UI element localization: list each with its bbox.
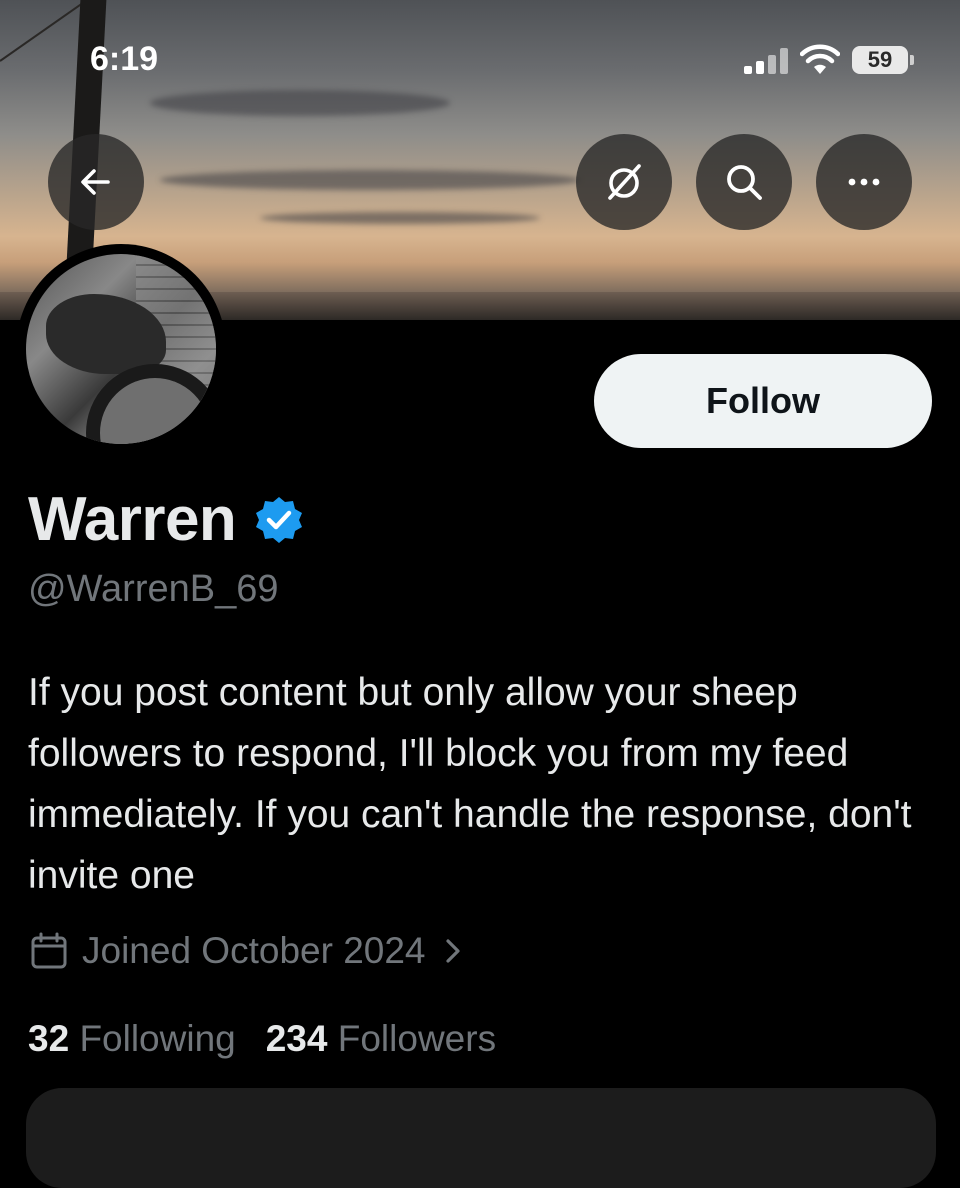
battery-indicator: 59: [852, 46, 908, 74]
follow-stats: 32 Following 234 Followers: [28, 1018, 496, 1060]
battery-nub: [910, 55, 914, 65]
followers-link[interactable]: 234 Followers: [266, 1018, 496, 1060]
avatar-image: [26, 254, 216, 444]
arrow-left-icon: [81, 169, 110, 195]
following-label: Following: [79, 1018, 236, 1059]
slashed-circle-icon: [608, 164, 641, 200]
calendar-icon: [31, 932, 67, 969]
follow-button[interactable]: Follow: [594, 354, 932, 448]
grok-button[interactable]: [576, 134, 672, 230]
joined-date-row[interactable]: Joined October 2024: [28, 930, 478, 972]
more-button[interactable]: [816, 134, 912, 230]
followers-count: 234: [265, 1018, 338, 1059]
search-icon: [727, 165, 762, 200]
search-button[interactable]: [696, 134, 792, 230]
profile-avatar[interactable]: [16, 244, 226, 454]
following-count: 32: [28, 1018, 80, 1059]
status-bar: 6:19 59: [0, 0, 960, 120]
chevron-right-icon: [445, 939, 460, 963]
wifi-icon: [800, 44, 840, 74]
verified-badge-icon[interactable]: [254, 495, 304, 545]
status-time: 6:19: [90, 40, 159, 78]
joined-date-text: Joined October 2024: [82, 930, 426, 971]
more-horizontal-icon: [848, 178, 880, 186]
followers-label: Followers: [337, 1018, 497, 1059]
following-link[interactable]: 32 Following: [28, 1018, 236, 1060]
back-button[interactable]: [48, 134, 144, 230]
profile-bio: If you post content but only allow your …: [28, 671, 912, 897]
display-name: Warren: [28, 485, 237, 554]
name-row: Warren: [28, 484, 304, 555]
bottom-card[interactable]: [26, 1088, 936, 1188]
cellular-signal-icon: [744, 48, 788, 74]
profile-handle: @WarrenB_69: [28, 568, 279, 610]
